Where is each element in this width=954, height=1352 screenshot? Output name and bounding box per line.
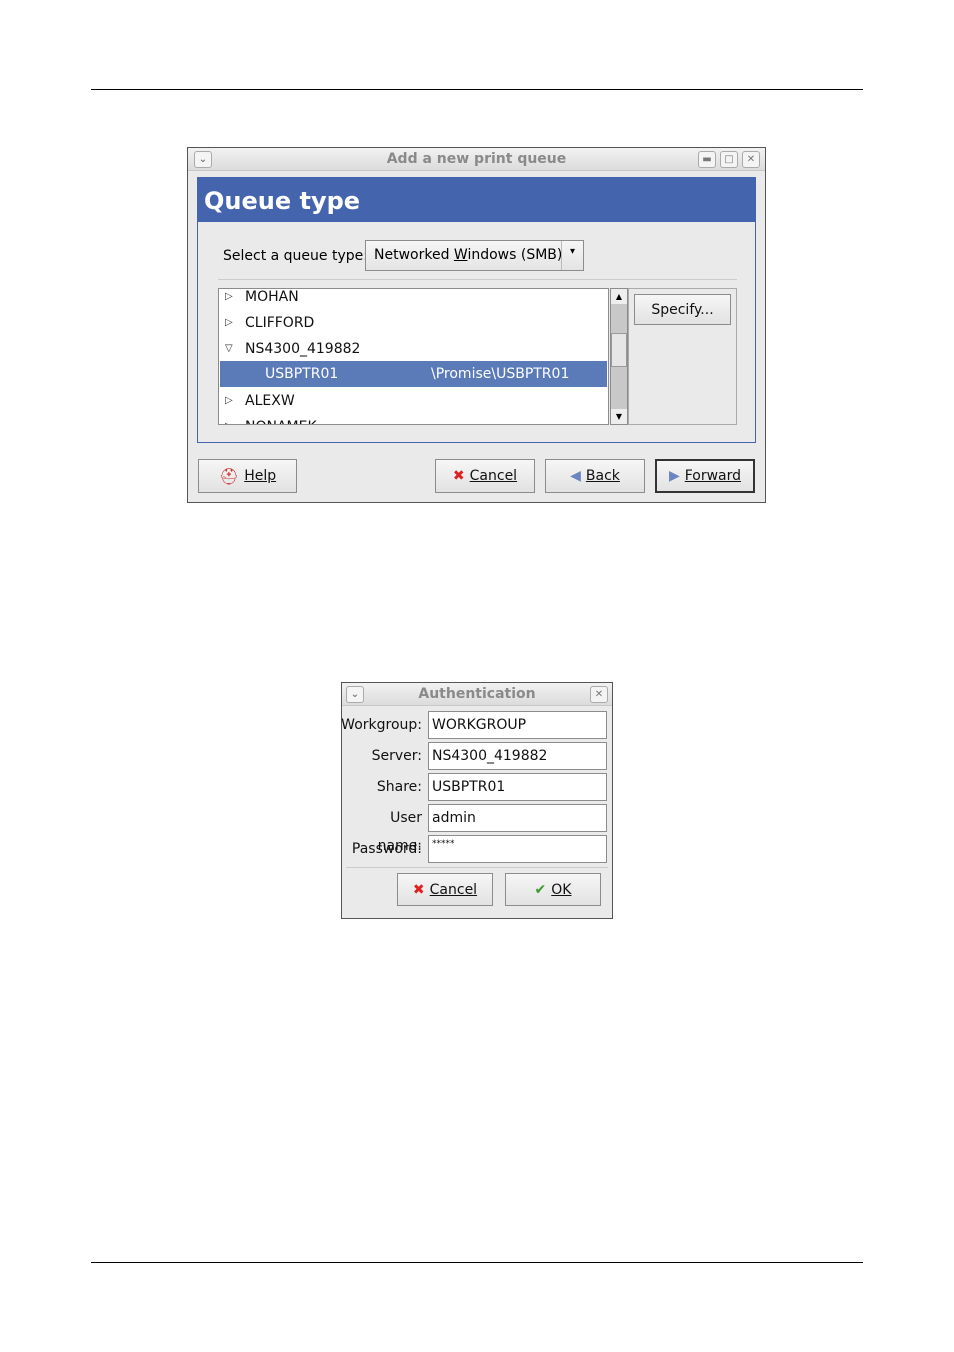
maximize-icon[interactable]: □ xyxy=(720,151,738,168)
back-label: Back xyxy=(585,468,620,484)
tree-row-label: USBPTR01 xyxy=(265,366,339,382)
username-field[interactable]: admin xyxy=(428,804,607,832)
expander-expanded-icon[interactable]: ▽ xyxy=(225,336,233,362)
help-button[interactable]: ⛑ Help xyxy=(198,459,297,493)
scrollbar-thumb[interactable] xyxy=(611,333,627,367)
header-rule xyxy=(91,89,863,90)
tree-row-clifford[interactable]: ▷ CLIFFORD xyxy=(220,310,607,336)
separator xyxy=(346,867,608,868)
close-icon[interactable]: ✕ xyxy=(590,686,608,703)
tree-row-usbptr01-selected[interactable]: USBPTR01 \Promise\USBPTR01 xyxy=(220,361,607,387)
title-bar: ⌄ Authentication ✕ xyxy=(342,683,612,706)
workgroup-field[interactable]: WORKGROUP xyxy=(428,711,607,739)
cancel-button[interactable]: ✖ Cancel xyxy=(435,459,535,493)
chevron-down-icon[interactable]: ▾ xyxy=(561,241,583,270)
minimize-icon[interactable]: ▬ xyxy=(698,151,716,168)
window-menu-icon[interactable]: ⌄ xyxy=(346,686,364,703)
share-field[interactable]: USBPTR01 xyxy=(428,773,607,801)
expander-collapsed-icon[interactable]: ▷ xyxy=(225,388,233,414)
content-frame: Queue type Select a queue type: Networke… xyxy=(197,177,756,443)
tree-row-label: MOHAN xyxy=(245,289,299,305)
select-value-rest: indows (SMB) xyxy=(467,247,563,263)
window-title: Authentication xyxy=(418,686,536,702)
forward-arrow-icon: ▶ xyxy=(668,468,680,484)
scroll-down-icon[interactable]: ▼ xyxy=(611,409,627,424)
server-label: Server: xyxy=(371,748,422,764)
ok-label: OK xyxy=(551,881,572,898)
tree-row-label: CLIFFORD xyxy=(245,315,315,331)
add-print-queue-dialog: ⌄ Add a new print queue ▬ □ ✕ Queue type… xyxy=(187,147,766,503)
tree-row-nonamek[interactable]: ▷ NONAMEK xyxy=(220,414,607,424)
help-label: Help xyxy=(244,468,277,484)
share-label: Share: xyxy=(376,779,422,795)
forward-button[interactable]: ▶ Forward xyxy=(655,459,755,493)
expander-collapsed-icon[interactable]: ▷ xyxy=(225,414,233,424)
help-lifebuoy-icon: ⛑ xyxy=(218,466,240,486)
tree-row-label: ALEXW xyxy=(245,393,295,409)
cancel-label: Cancel xyxy=(469,468,518,484)
page-title: Queue type xyxy=(198,178,755,222)
tree-row-alexw[interactable]: ▷ ALEXW xyxy=(220,388,607,414)
share-tree-list[interactable]: ▷ MOHAN ▷ CLIFFORD ▽ NS4300_419882 USBPTR01… xyxy=(218,288,609,425)
tree-row-label: NONAMEK xyxy=(245,414,317,424)
expander-collapsed-icon[interactable]: ▷ xyxy=(225,289,233,310)
password-label: Password: xyxy=(351,841,422,857)
queue-type-label: Select a queue type: xyxy=(223,248,368,264)
forward-label: Forward xyxy=(684,468,742,484)
cancel-x-icon: ✖ xyxy=(452,468,465,484)
workgroup-label: Workgroup: xyxy=(341,717,422,733)
tree-row-ns4300[interactable]: ▽ NS4300_419882 xyxy=(220,336,607,362)
authentication-dialog: ⌄ Authentication ✕ Workgroup: WORKGROUP … xyxy=(341,682,613,919)
tree-row-mohan[interactable]: ▷ MOHAN xyxy=(220,289,607,310)
footer-rule xyxy=(91,1262,863,1263)
checkmark-icon: ✔ xyxy=(534,881,547,898)
select-value-mnemonic: W xyxy=(453,247,468,263)
scroll-up-icon[interactable]: ▲ xyxy=(611,289,627,304)
queue-type-select[interactable]: Networked Windows (SMB) ▾ xyxy=(365,240,584,271)
auth-cancel-button[interactable]: ✖ Cancel xyxy=(397,873,493,906)
cancel-label: Cancel xyxy=(429,881,478,898)
separator xyxy=(218,279,737,280)
close-icon[interactable]: ✕ xyxy=(742,151,760,168)
server-field[interactable]: NS4300_419882 xyxy=(428,742,607,770)
expander-collapsed-icon[interactable]: ▷ xyxy=(225,310,233,336)
password-field[interactable]: ***** xyxy=(428,835,607,863)
ok-button[interactable]: ✔ OK xyxy=(505,873,601,906)
title-bar: ⌄ Add a new print queue ▬ □ ✕ xyxy=(188,148,765,171)
window-menu-icon[interactable]: ⌄ xyxy=(194,151,212,168)
scrollbar[interactable]: ▲ ▼ xyxy=(610,288,628,425)
back-button[interactable]: ◀ Back xyxy=(545,459,645,493)
specify-label: Specify... xyxy=(651,301,714,318)
back-arrow-icon: ◀ xyxy=(570,468,581,484)
tree-row-path: \Promise\USBPTR01 xyxy=(431,366,570,382)
window-title: Add a new print queue xyxy=(386,151,567,167)
cancel-x-icon: ✖ xyxy=(412,881,425,898)
select-value-part: Networked xyxy=(374,247,454,263)
tree-row-label: NS4300_419882 xyxy=(245,341,361,357)
specify-button[interactable]: Specify... xyxy=(634,294,731,325)
